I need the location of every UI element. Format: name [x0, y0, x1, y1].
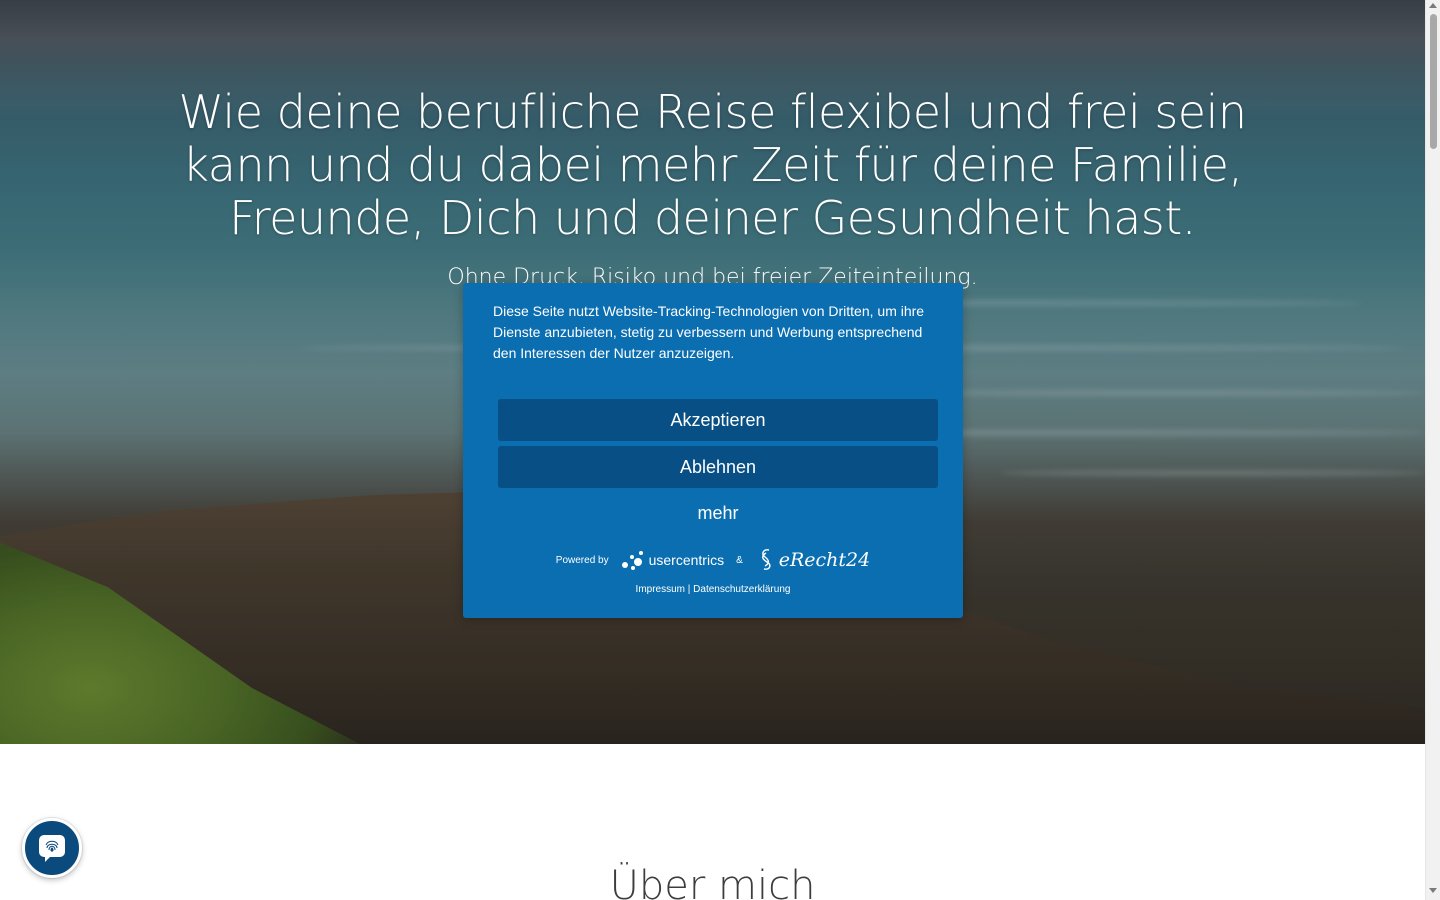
usercentrics-logo-text: usercentrics [648, 552, 725, 568]
erecht24-logo: eRecht24 [755, 547, 870, 573]
impressum-link[interactable]: Impressum [636, 584, 685, 595]
privacy-settings-button[interactable] [22, 818, 82, 878]
fingerprint-icon [39, 835, 65, 862]
more-button[interactable]: mehr [498, 498, 938, 528]
usercentrics-logo: usercentrics [621, 549, 724, 571]
scrollbar-thumb[interactable] [1430, 14, 1437, 149]
hero-title: Wie deine berufliche Reise flexibel und … [178, 85, 1247, 245]
powered-by-label: Powered by [555, 554, 609, 566]
consent-links: Impressum | Datenschutzerklärung [463, 583, 963, 597]
scroll-down-icon[interactable] [1429, 888, 1437, 893]
vertical-scrollbar[interactable] [1425, 0, 1440, 900]
about-me-heading: Über mich [609, 863, 816, 900]
paragraph-icon [761, 549, 771, 570]
accept-button[interactable]: Akzeptieren [498, 399, 938, 441]
decline-button[interactable]: Ablehnen [498, 446, 938, 488]
link-separator: | [687, 584, 691, 595]
usercentrics-dots-icon [621, 551, 643, 570]
cookie-consent-dialog: Diese Seite nutzt Website-Tracking-Techn… [463, 283, 963, 618]
consent-message: Diese Seite nutzt Website-Tracking-Techn… [493, 303, 925, 361]
scroll-up-icon[interactable] [1429, 3, 1437, 8]
erecht24-logo-text: eRecht24 [778, 549, 871, 571]
ampersand: & [736, 554, 743, 566]
powered-by-bar: Powered by usercentrics & eRecht24 [463, 545, 963, 575]
privacy-policy-link[interactable]: Datenschutzerklärung [693, 584, 790, 595]
